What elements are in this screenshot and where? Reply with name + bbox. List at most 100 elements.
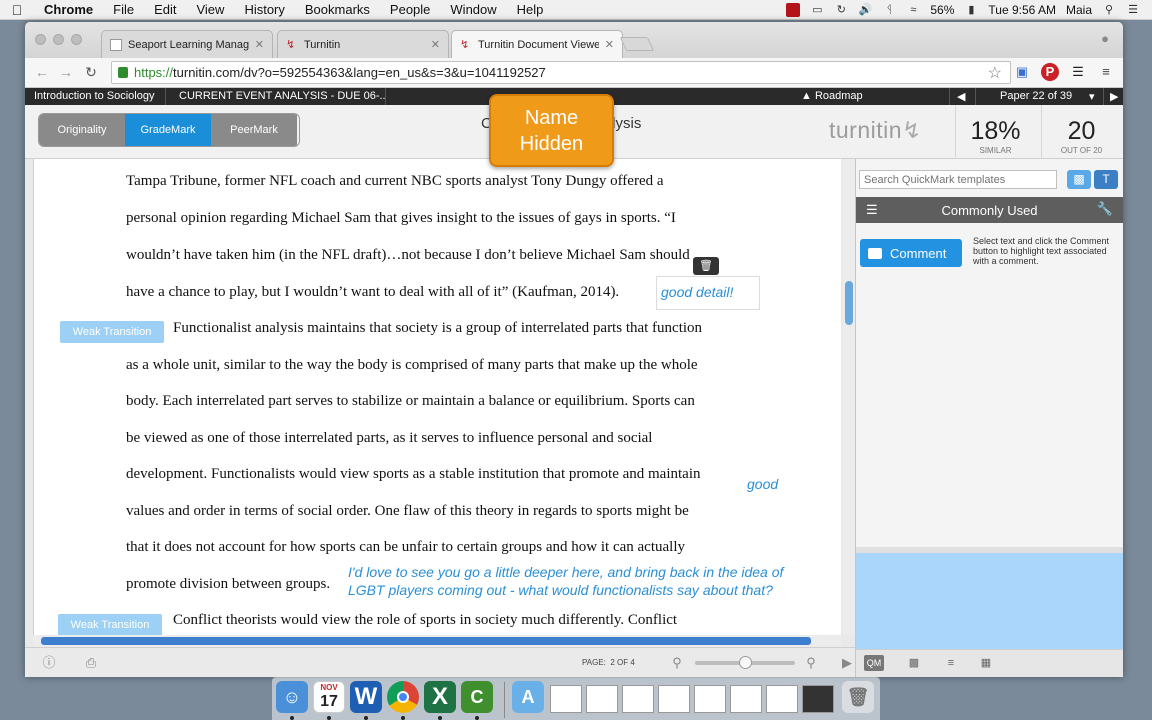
- forward-arrow-icon[interactable]: →: [57, 64, 75, 80]
- bookmark-star-icon[interactable]: ☆: [988, 63, 1002, 83]
- course-name[interactable]: Introduction to Sociology: [34, 90, 154, 102]
- menu-window[interactable]: Window: [440, 2, 506, 17]
- minimize-window-button[interactable]: [53, 34, 64, 45]
- tab-peermark[interactable]: PeerMark: [211, 114, 297, 146]
- excel-icon[interactable]: X: [424, 681, 456, 713]
- print-icon[interactable]: ⎙: [83, 655, 99, 671]
- calendar-icon[interactable]: NOV 17: [313, 681, 345, 713]
- similarity-score[interactable]: 18% SIMILAR: [955, 105, 1035, 159]
- comment-go-deeper-line2[interactable]: LGBT players coming out - what would fun…: [348, 582, 773, 598]
- comment-drop-area[interactable]: [856, 553, 1123, 649]
- comments-icon[interactable]: ▩: [904, 655, 924, 671]
- applications-folder-icon[interactable]: A: [512, 681, 544, 713]
- zoom-out-icon[interactable]: ⚲: [669, 655, 685, 671]
- menu-view[interactable]: View: [186, 2, 234, 17]
- doc-line[interactable]: body. Each interrelated part serves to s…: [126, 393, 695, 410]
- paper-dropdown-icon[interactable]: ▾: [1089, 90, 1095, 103]
- clock[interactable]: Tue 9:56 AM: [988, 3, 1056, 17]
- doc-line[interactable]: Conflict theorists would view the role o…: [173, 612, 677, 629]
- minimized-window-thumbnail[interactable]: [622, 685, 654, 713]
- quickmark-set-name[interactable]: Commonly Used: [856, 203, 1123, 218]
- menu-help[interactable]: Help: [507, 2, 554, 17]
- document-horizontal-scrollbar[interactable]: [33, 635, 841, 647]
- chrome-menu-icon[interactable]: ≡: [1097, 63, 1115, 81]
- extension-screen-icon[interactable]: ▣: [1013, 63, 1031, 81]
- menu-history[interactable]: History: [234, 2, 294, 17]
- quickmark-weak-transition[interactable]: Weak Transition: [60, 321, 164, 343]
- back-arrow-icon[interactable]: ←: [33, 64, 51, 80]
- doc-line[interactable]: development. Functionalists would view s…: [126, 466, 701, 483]
- scroll-thumb[interactable]: [41, 637, 811, 645]
- camtasia-icon[interactable]: C: [461, 681, 493, 713]
- chrome-icon[interactable]: [387, 681, 419, 713]
- close-tab-icon[interactable]: ✕: [605, 38, 614, 51]
- close-tab-icon[interactable]: ✕: [431, 38, 440, 51]
- doc-line[interactable]: be viewed as one of those interrelated p…: [126, 430, 652, 447]
- delete-comment-icon[interactable]: 🗑: [693, 257, 719, 275]
- comment-tool-icon[interactable]: ▩: [1067, 170, 1091, 189]
- recording-icon[interactable]: [786, 3, 801, 17]
- tab-turnitin[interactable]: ↯ Turnitin ✕: [277, 30, 449, 58]
- quickmark-toggle[interactable]: QM: [864, 655, 884, 671]
- wifi-icon[interactable]: ≈: [906, 4, 920, 16]
- zoom-slider[interactable]: [695, 656, 795, 669]
- doc-line[interactable]: personal opinion regarding Michael Sam t…: [126, 210, 676, 227]
- airplay-icon[interactable]: ▭: [810, 4, 824, 16]
- doc-line[interactable]: Tampa Tribune, former NFL coach and curr…: [126, 173, 664, 190]
- menu-app-name[interactable]: Chrome: [34, 2, 103, 17]
- comment-go-deeper-line1[interactable]: I'd love to see you go a little deeper h…: [348, 564, 783, 580]
- menu-bookmarks[interactable]: Bookmarks: [295, 2, 380, 17]
- doc-line[interactable]: as a whole unit, similar to the way the …: [126, 357, 698, 374]
- expand-panel-icon[interactable]: ▶: [839, 655, 855, 671]
- close-tab-icon[interactable]: ✕: [255, 38, 264, 51]
- profile-icon[interactable]: ●: [1097, 31, 1113, 47]
- battery-percent[interactable]: 56%: [930, 3, 954, 17]
- doc-line[interactable]: Functionalist analysis maintains that so…: [173, 320, 702, 337]
- comment-button[interactable]: Comment: [860, 239, 962, 267]
- doc-line[interactable]: have a chance to play, but I wouldn’t wa…: [126, 284, 619, 301]
- volume-icon[interactable]: 🔊: [858, 4, 873, 16]
- layers-icon[interactable]: ☰: [1069, 63, 1087, 81]
- pinterest-icon[interactable]: P: [1041, 63, 1059, 81]
- grid-icon[interactable]: ▦: [976, 655, 996, 671]
- close-window-button[interactable]: [35, 34, 46, 45]
- zoom-window-button[interactable]: [71, 34, 82, 45]
- spotlight-icon[interactable]: ⚲: [1102, 4, 1116, 16]
- url-text[interactable]: https://turnitin.com/dv?o=592554363&lang…: [134, 65, 546, 80]
- trash-icon[interactable]: 🗑: [842, 681, 874, 713]
- menu-file[interactable]: File: [103, 2, 144, 17]
- minimized-window-thumbnail[interactable]: [658, 685, 690, 713]
- doc-line[interactable]: that it does not account for how sports …: [126, 539, 685, 556]
- wrench-icon[interactable]: 🔧: [1097, 201, 1113, 217]
- minimized-window-thumbnail[interactable]: [550, 685, 582, 713]
- minimized-window-thumbnail[interactable]: [730, 685, 762, 713]
- document-vertical-scrollbar[interactable]: [843, 159, 855, 635]
- info-icon[interactable]: ⓘ: [41, 655, 57, 671]
- assignment-name[interactable]: CURRENT EVENT ANALYSIS - DUE 06-..: [179, 90, 386, 102]
- battery-icon[interactable]: ▮: [964, 4, 978, 16]
- menu-people[interactable]: People: [380, 2, 440, 17]
- bluetooth-icon[interactable]: ᛩ: [882, 4, 896, 16]
- grade-score[interactable]: 20 OUT OF 20: [1041, 105, 1121, 159]
- minimized-window-thumbnail[interactable]: [766, 685, 798, 713]
- document-page[interactable]: Tampa Tribune, former NFL coach and curr…: [33, 159, 841, 635]
- tab-grademark[interactable]: GradeMark: [125, 114, 211, 146]
- tab-document-viewer[interactable]: ↯ Turnitin Document Viewer ✕: [451, 30, 623, 58]
- doc-line[interactable]: wouldn’t have taken him (in the NFL draf…: [126, 247, 690, 264]
- quickmark-weak-transition[interactable]: Weak Transition: [58, 614, 162, 635]
- user-name[interactable]: Maia: [1066, 3, 1092, 17]
- address-bar[interactable]: https://turnitin.com/dv?o=592554363&lang…: [111, 61, 1011, 84]
- zoom-in-icon[interactable]: ⚲: [803, 655, 819, 671]
- previous-paper-icon[interactable]: ◀: [957, 90, 965, 103]
- comment-good[interactable]: good: [747, 476, 778, 492]
- quickmark-search-input[interactable]: [859, 170, 1057, 189]
- time-machine-icon[interactable]: ↻: [834, 4, 848, 16]
- scroll-thumb[interactable]: [845, 281, 853, 325]
- roadmap-button[interactable]: ▲ Roadmap: [801, 90, 863, 102]
- minimized-window-thumbnail[interactable]: [586, 685, 618, 713]
- doc-line[interactable]: values and order in terms of social orde…: [126, 503, 689, 520]
- comment-good-detail[interactable]: good detail!: [661, 284, 733, 300]
- apple-icon[interactable]: : [0, 2, 34, 18]
- menu-edit[interactable]: Edit: [144, 2, 186, 17]
- paper-position[interactable]: Paper 22 of 39: [1000, 90, 1072, 102]
